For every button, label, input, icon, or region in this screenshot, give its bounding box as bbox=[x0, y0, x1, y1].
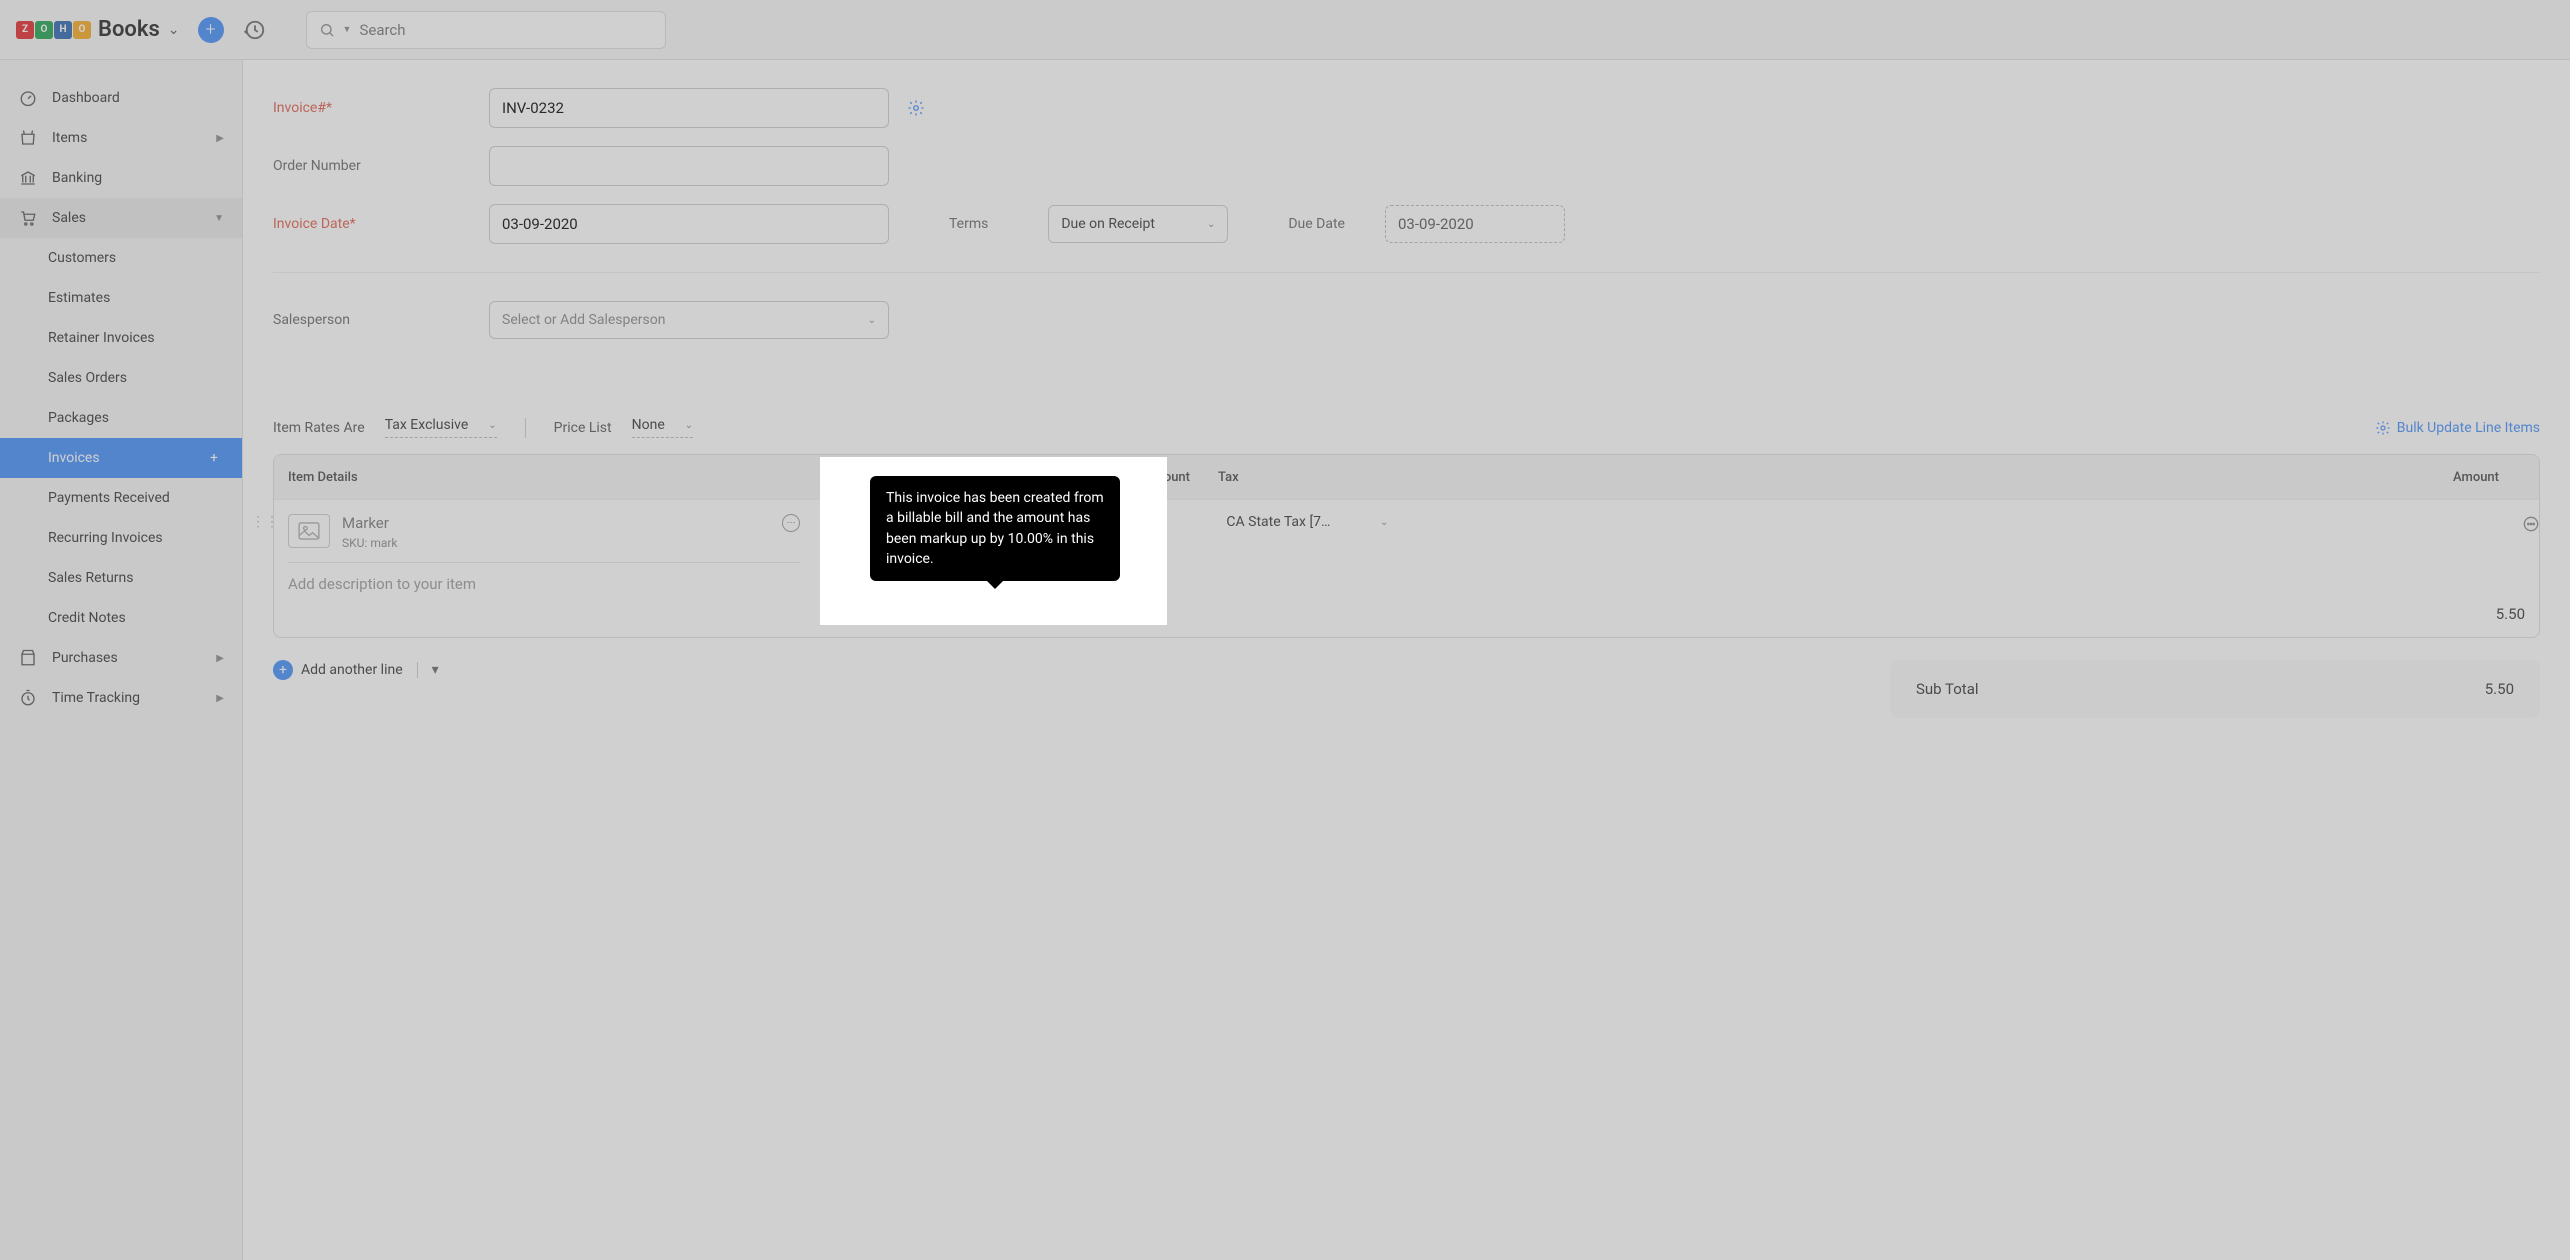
item-rates-label: Item Rates Are bbox=[273, 420, 365, 436]
line-items-table: Item Details Qua count Tax Amount bbox=[273, 454, 2540, 638]
totals-panel: Sub Total 5.50 bbox=[1890, 660, 2540, 718]
col-item-details: Item Details bbox=[274, 470, 814, 485]
item-sku: SKU: mark bbox=[342, 536, 398, 550]
subtotal-label: Sub Total bbox=[1916, 680, 1979, 698]
sidebar-item-retainer[interactable]: Retainer Invoices bbox=[0, 318, 242, 358]
sidebar-item-orders[interactable]: Sales Orders bbox=[0, 358, 242, 398]
sidebar-item-packages[interactable]: Packages bbox=[0, 398, 242, 438]
logo[interactable]: ZOHO Books ⌄ bbox=[16, 17, 180, 42]
item-image-icon[interactable] bbox=[288, 514, 330, 548]
chevron-down-icon: ▼ bbox=[214, 213, 224, 224]
sidebar-item-items[interactable]: Items ▶ bbox=[0, 118, 242, 158]
chevron-right-icon: ▶ bbox=[216, 693, 224, 704]
chevron-down-icon: ⌄ bbox=[685, 420, 693, 431]
plus-icon: + bbox=[273, 660, 293, 680]
invoice-date-field[interactable] bbox=[489, 204, 889, 244]
chevron-right-icon: ▶ bbox=[216, 133, 224, 144]
pricelist-select[interactable]: None ⌄ bbox=[632, 417, 694, 438]
row-more-icon[interactable] bbox=[2521, 514, 2540, 534]
quick-add-button[interactable]: + bbox=[198, 17, 224, 43]
chevron-down-icon: ▼ bbox=[343, 24, 352, 35]
chevron-down-icon: ⌄ bbox=[1207, 219, 1215, 230]
sidebar-item-purchases[interactable]: Purchases ▶ bbox=[0, 638, 242, 678]
chevron-right-icon: ▶ bbox=[216, 653, 224, 664]
sidebar-item-customers[interactable]: Customers bbox=[0, 238, 242, 278]
drag-handle-icon[interactable]: ⋮⋮ bbox=[251, 514, 279, 530]
item-description-input[interactable]: Add description to your item bbox=[288, 575, 800, 593]
banking-icon bbox=[18, 168, 38, 188]
chevron-down-icon: ⌄ bbox=[168, 22, 180, 38]
sidebar-item-payments[interactable]: Payments Received bbox=[0, 478, 242, 518]
chevron-down-circle-icon[interactable] bbox=[900, 609, 914, 623]
main-content: Invoice#* Order Number Invoice Date* Ter… bbox=[243, 60, 2570, 1260]
discount-unit-select[interactable]: % ▼ bbox=[1138, 603, 1167, 623]
sidebar-item-banking[interactable]: Banking bbox=[0, 158, 242, 198]
time-icon bbox=[18, 688, 38, 708]
gear-icon bbox=[2375, 420, 2391, 436]
sales-icon bbox=[18, 208, 38, 228]
col-tax: Tax bbox=[1204, 470, 1394, 485]
pricelist-label: Price List bbox=[554, 420, 612, 436]
item-rates-select[interactable]: Tax Exclusive ⌄ bbox=[385, 417, 497, 438]
due-date-label: Due Date bbox=[1288, 216, 1345, 232]
tax-select[interactable]: CA State Tax [7… ⌄ bbox=[1226, 514, 1388, 531]
invoice-number-field[interactable] bbox=[489, 88, 889, 128]
item-name[interactable]: Marker bbox=[342, 514, 398, 532]
order-number-field[interactable] bbox=[489, 146, 889, 186]
chevron-down-icon: ⌄ bbox=[868, 315, 876, 326]
invoice-date-label: Invoice Date* bbox=[273, 216, 489, 232]
purchases-icon bbox=[18, 648, 38, 668]
items-icon bbox=[18, 128, 38, 148]
sidebar-item-time[interactable]: Time Tracking ▶ bbox=[0, 678, 242, 718]
due-date-field[interactable]: 03-09-2020 bbox=[1385, 205, 1565, 243]
add-line-dropdown[interactable]: ▾ bbox=[417, 662, 439, 678]
chevron-down-icon: ⌄ bbox=[1380, 517, 1388, 528]
markup-tooltip: This invoice has been created from a bil… bbox=[870, 476, 1120, 581]
dashboard-icon bbox=[18, 88, 38, 108]
sidebar: Dashboard Items ▶ Banking Sales ▼ Custom… bbox=[0, 60, 243, 1260]
chevron-down-icon: ⌄ bbox=[488, 420, 496, 431]
terms-select[interactable]: Due on Receipt ⌄ bbox=[1048, 205, 1228, 243]
col-amount: Amount bbox=[1394, 470, 2539, 485]
recent-button[interactable] bbox=[242, 17, 268, 43]
terms-label: Terms bbox=[949, 216, 988, 232]
search-box[interactable]: ▼ bbox=[306, 11, 666, 49]
sidebar-item-sales[interactable]: Sales ▼ bbox=[0, 198, 242, 238]
search-icon bbox=[319, 22, 335, 38]
zoho-logo-icon: ZOHO bbox=[16, 21, 92, 39]
salesperson-select[interactable]: Select or Add Salesperson ⌄ bbox=[489, 301, 889, 339]
logo-text: Books bbox=[98, 17, 160, 42]
sidebar-item-credit[interactable]: Credit Notes bbox=[0, 598, 242, 638]
sidebar-item-invoices[interactable]: Invoices + bbox=[0, 438, 242, 478]
gear-icon[interactable] bbox=[907, 99, 925, 117]
stock-value: 1.00 pcs bbox=[847, 608, 914, 623]
salesperson-label: Salesperson bbox=[273, 312, 489, 328]
sidebar-item-estimates[interactable]: Estimates bbox=[0, 278, 242, 318]
table-header: Item Details Qua count Tax Amount bbox=[274, 455, 2539, 499]
add-line-button[interactable]: + Add another line bbox=[273, 660, 403, 680]
sidebar-item-recurring[interactable]: Recurring Invoices bbox=[0, 518, 242, 558]
table-row: Marker SKU: mark ⋯ Add description to yo… bbox=[274, 499, 2539, 637]
order-number-label: Order Number bbox=[273, 158, 489, 174]
more-icon[interactable]: ⋯ bbox=[782, 514, 800, 532]
sidebar-item-returns[interactable]: Sales Returns bbox=[0, 558, 242, 598]
bulk-update-link[interactable]: Bulk Update Line Items bbox=[2375, 420, 2540, 436]
subtotal-value: 5.50 bbox=[2485, 680, 2514, 698]
sidebar-item-dashboard[interactable]: Dashboard bbox=[0, 78, 242, 118]
invoice-number-label: Invoice#* bbox=[273, 100, 489, 116]
add-invoice-button[interactable]: + bbox=[204, 448, 224, 468]
markup-badge[interactable]: Marked up by $ 0.50 bbox=[942, 602, 1064, 623]
search-input[interactable] bbox=[359, 21, 652, 39]
app-header: ZOHO Books ⌄ + ▼ bbox=[0, 0, 2570, 60]
amount-value: 5.50 bbox=[2496, 605, 2525, 623]
stock-label: Stock on Hand: bbox=[833, 590, 914, 604]
discount-input[interactable]: 0 bbox=[1092, 605, 1132, 621]
